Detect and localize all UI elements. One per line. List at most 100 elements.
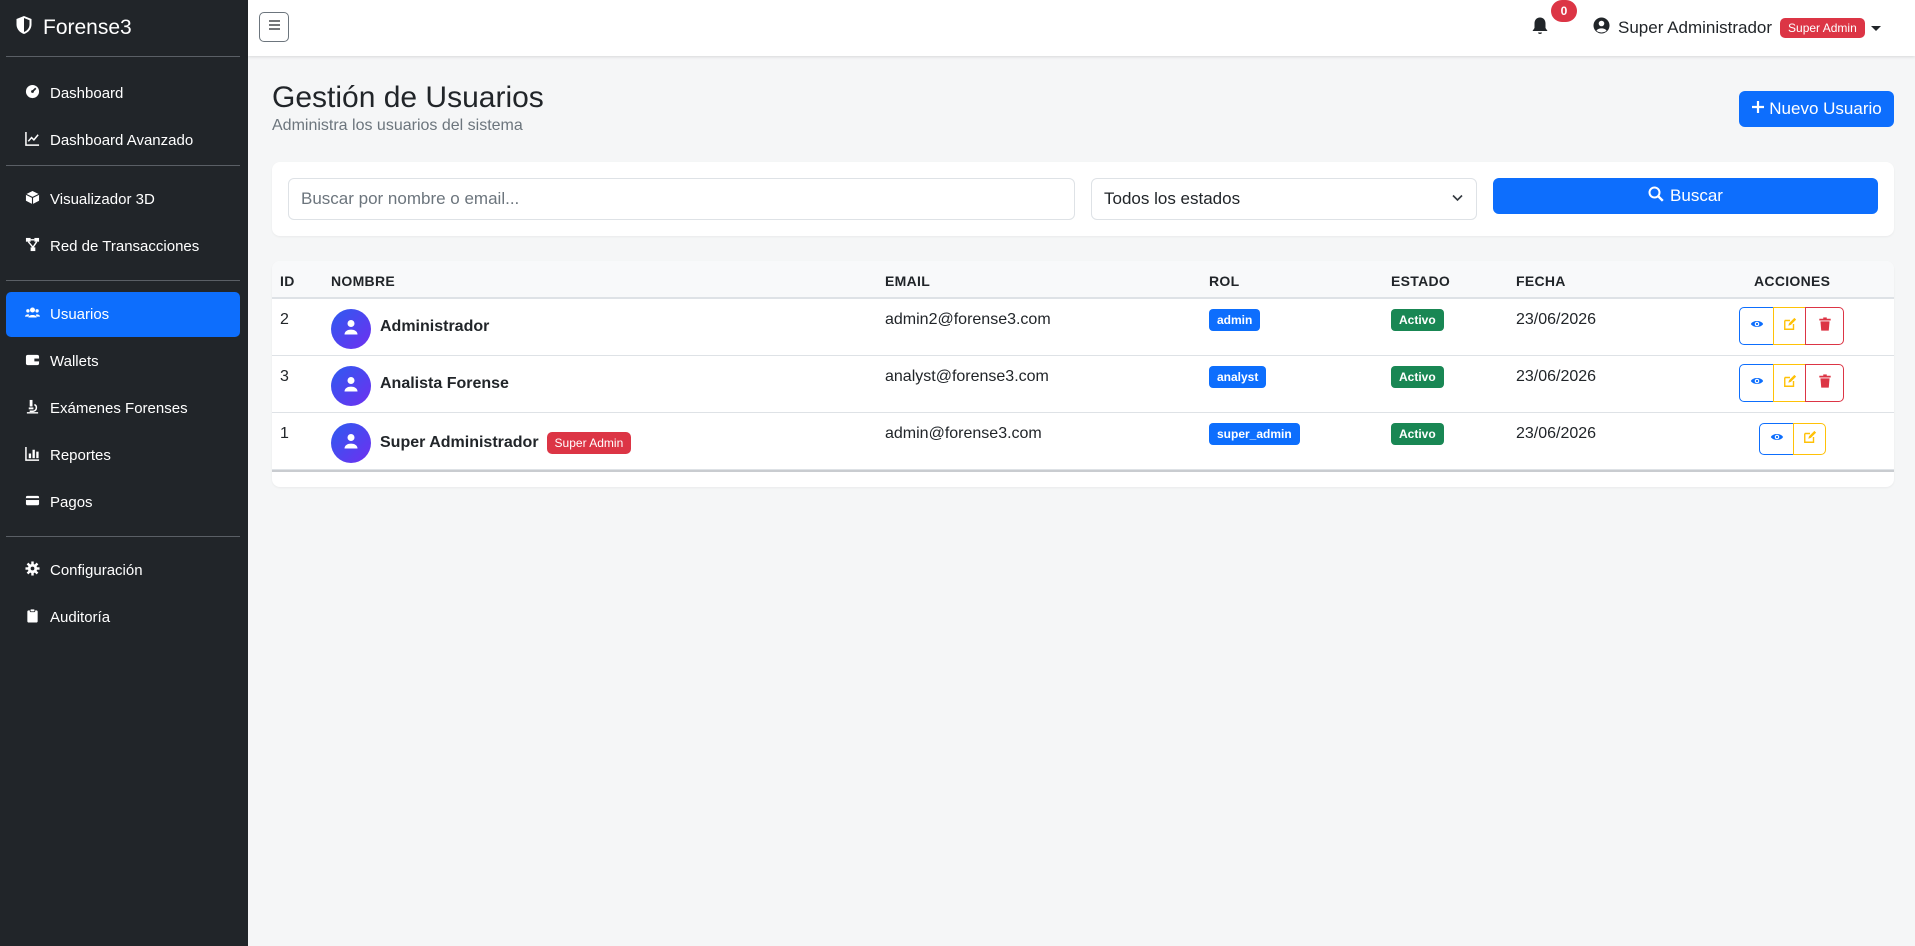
network-icon <box>25 237 40 256</box>
view-button[interactable] <box>1739 364 1774 402</box>
gear-icon <box>25 561 40 580</box>
user-circle-icon <box>1593 17 1610 39</box>
delete-button[interactable] <box>1805 364 1844 402</box>
status-badge: Activo <box>1391 423 1444 445</box>
user-icon <box>343 319 359 340</box>
user-name-cell: Super Administrador Super Admin <box>380 432 632 454</box>
eye-icon <box>1770 430 1784 449</box>
user-icon <box>343 376 359 397</box>
sidebar-item-label: Pagos <box>50 494 93 511</box>
page-subtitle: Administra los usuarios del sistema <box>272 117 523 134</box>
avatar <box>331 366 371 406</box>
hamburger-icon <box>268 18 281 36</box>
microscope-icon <box>25 399 40 418</box>
sidebar-item-label: Auditoría <box>50 609 111 626</box>
column-header-role[interactable]: ROL <box>1209 273 1239 289</box>
sidebar-item-visualizador-3d[interactable]: Visualizador 3D <box>6 177 240 222</box>
column-header-id[interactable]: ID <box>280 273 295 289</box>
caret-down-icon <box>1870 25 1881 31</box>
role-badge-text: analyst <box>1209 366 1267 388</box>
user-email: admin@forense3.com <box>885 425 1042 442</box>
table-row[interactable]: 2 Administrador admin2@forense3.com admi… <box>272 299 1894 356</box>
users-table: ID NOMBRE EMAIL ROL ESTADO FECHA ACCIONE… <box>272 261 1894 487</box>
sidebar-item-label: Reportes <box>50 447 111 464</box>
sidebar-item-pagos[interactable]: Pagos <box>6 480 240 525</box>
wallet-icon <box>25 352 40 371</box>
edit-icon <box>1783 374 1797 393</box>
role-badge-text: super_admin <box>1209 423 1300 445</box>
sidebar-item-usuarios[interactable]: Usuarios <box>6 292 240 337</box>
column-header-date[interactable]: FECHA <box>1516 273 1566 289</box>
view-button[interactable] <box>1759 423 1794 455</box>
delete-button[interactable] <box>1805 307 1844 345</box>
new-user-button[interactable]: Nuevo Usuario <box>1739 91 1894 127</box>
status-filter-select[interactable]: Todos los estados <box>1091 178 1477 220</box>
edit-button[interactable] <box>1793 423 1826 455</box>
status-badge: Activo <box>1391 309 1444 331</box>
user-id: 3 <box>280 368 289 385</box>
sidebar-item-reportes[interactable]: Reportes <box>6 433 240 478</box>
sidebar-item-configuracion[interactable]: Configuración <box>6 548 240 593</box>
trash-icon <box>1818 373 1832 393</box>
chart-bar-icon <box>25 446 40 465</box>
bell-icon <box>1530 17 1550 40</box>
role-badge-text: admin <box>1209 309 1261 331</box>
view-button[interactable] <box>1739 307 1774 345</box>
avatar <box>331 309 371 349</box>
status-badge-text: Activo <box>1391 423 1444 445</box>
role-badge: analyst <box>1209 366 1267 388</box>
search-input[interactable] <box>288 178 1075 220</box>
user-name-cell: Analista Forense <box>380 375 509 393</box>
users-icon <box>25 305 40 324</box>
nav-group-management: Usuarios Wallets Exámenes Forenses Repor… <box>0 281 248 536</box>
nav-group-visual: Visualizador 3D Red de Transacciones <box>0 166 248 280</box>
eye-icon <box>1750 374 1764 393</box>
chevron-down-icon <box>1451 189 1464 209</box>
search-button-label: Buscar <box>1670 186 1723 205</box>
sidebar-toggle-button[interactable] <box>259 12 289 42</box>
edit-button[interactable] <box>1773 364 1806 402</box>
sidebar-item-label: Exámenes Forenses <box>50 400 188 417</box>
row-actions <box>1739 307 1844 345</box>
sidebar-item-dashboard[interactable]: Dashboard <box>6 71 240 116</box>
role-badge: super_admin <box>1209 423 1300 445</box>
column-header-email[interactable]: EMAIL <box>885 273 930 289</box>
sidebar-item-red-transacciones[interactable]: Red de Transacciones <box>6 224 240 269</box>
role-badge: admin <box>1209 309 1261 331</box>
sidebar-item-examenes-forenses[interactable]: Exámenes Forenses <box>6 386 240 431</box>
sidebar-item-auditoria[interactable]: Auditoría <box>6 595 240 640</box>
nav-group-dashboards: Dashboard Dashboard Avanzado <box>0 57 248 163</box>
brand[interactable]: Forense3 <box>0 0 248 56</box>
user-date: 23/06/2026 <box>1516 425 1597 442</box>
edit-icon <box>1783 317 1797 336</box>
sidebar-item-label: Configuración <box>50 562 143 579</box>
user-id: 1 <box>280 425 289 442</box>
trash-icon <box>1818 316 1832 336</box>
user-name-cell: Administrador <box>380 318 489 336</box>
chart-line-icon <box>25 131 40 150</box>
search-button[interactable]: Buscar <box>1493 178 1878 214</box>
table-bottom-border <box>272 470 1894 472</box>
user-date: 23/06/2026 <box>1516 368 1597 385</box>
user-email: admin2@forense3.com <box>885 311 1051 328</box>
table-row[interactable]: 3 Analista Forense analyst@forense3.com … <box>272 356 1894 413</box>
page-title: Gestión de Usuarios <box>272 81 544 114</box>
sidebar-item-dashboard-avanzado[interactable]: Dashboard Avanzado <box>6 118 240 163</box>
user-date: 23/06/2026 <box>1516 311 1597 328</box>
column-header-name[interactable]: NOMBRE <box>331 273 395 289</box>
sidebar-item-wallets[interactable]: Wallets <box>6 339 240 384</box>
brand-name: Forense3 <box>43 16 132 39</box>
gauge-icon <box>25 84 40 103</box>
user-menu-dropdown[interactable]: Super Administrador Super Admin <box>1593 16 1881 40</box>
status-badge-text: Activo <box>1391 366 1444 388</box>
shield-icon <box>14 15 34 41</box>
notifications-button[interactable] <box>1530 16 1550 38</box>
table-row[interactable]: 1 Super Administrador Super Admin admin@… <box>272 413 1894 470</box>
user-name: Analista Forense <box>380 375 509 392</box>
row-actions <box>1739 364 1844 402</box>
column-header-status[interactable]: ESTADO <box>1391 273 1450 289</box>
edit-button[interactable] <box>1773 307 1806 345</box>
nav-group-admin: Configuración Auditoría <box>0 537 248 651</box>
eye-icon <box>1750 317 1764 336</box>
sidebar-item-label: Red de Transacciones <box>50 238 200 255</box>
